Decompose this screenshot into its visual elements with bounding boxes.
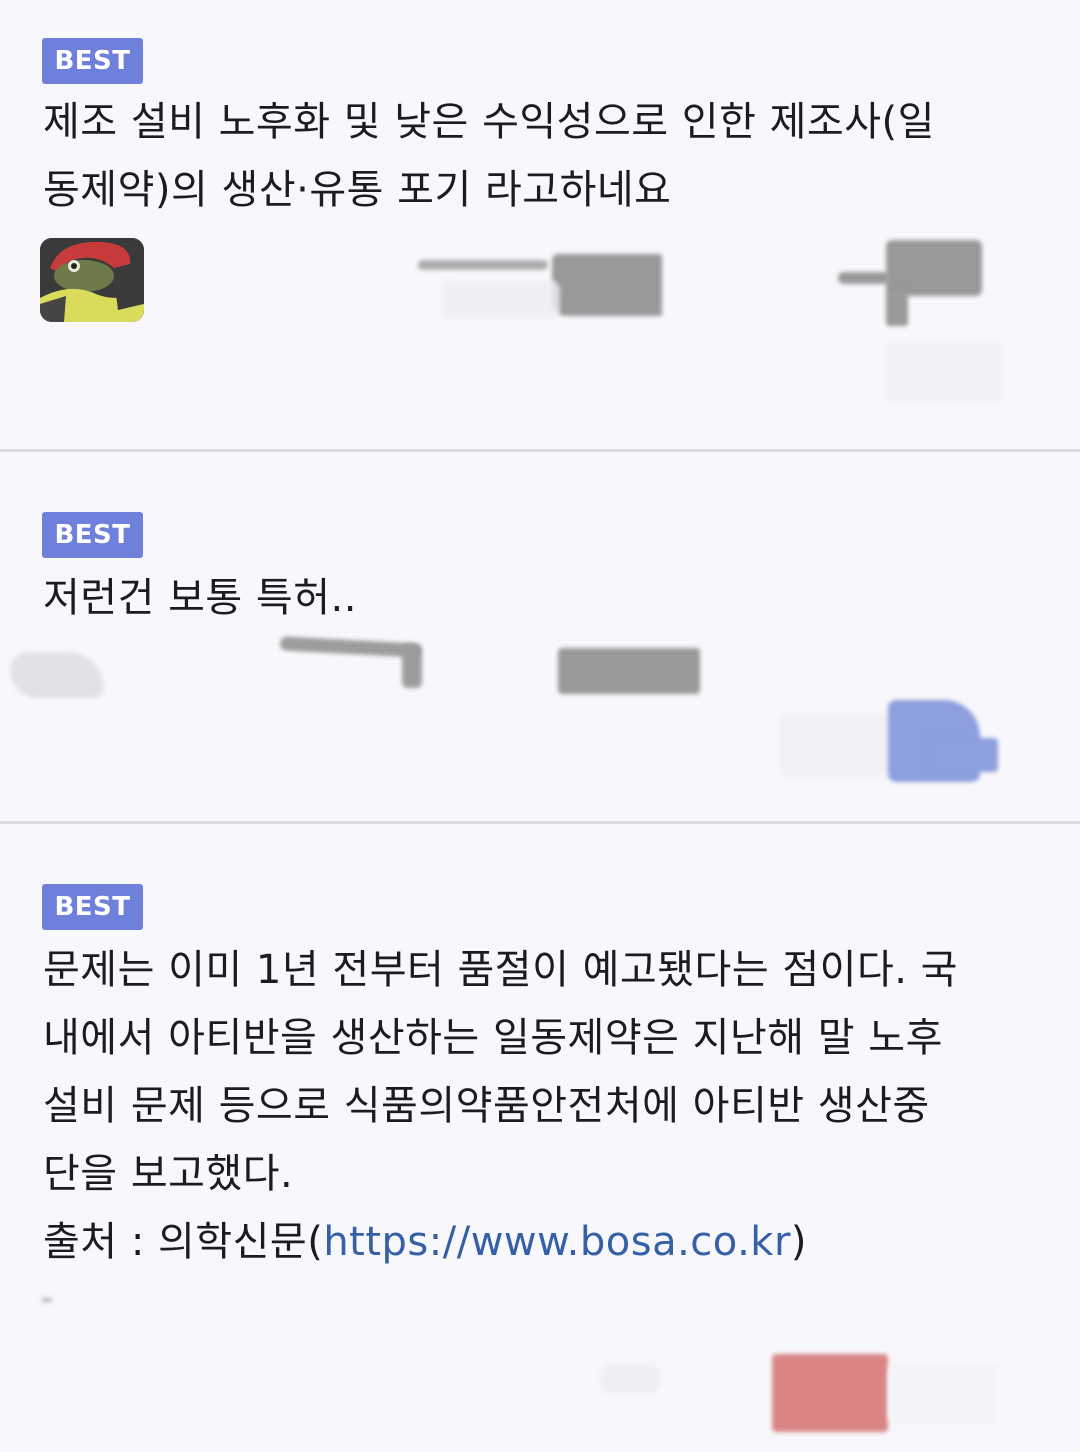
redacted-nickname	[402, 644, 422, 688]
comment-item: BEST 문제는 이미 1년 전부터 품절이 예고됐다는 점이다. 국 내에서 …	[0, 824, 1080, 1452]
comment-item: BEST 제조 설비 노후화 및 낮은 수익성으로 인한 제조사(일 동제약)의…	[0, 0, 1080, 449]
comment-item: BEST 저런건 보통 특허..	[0, 452, 1080, 821]
redacted-nickname	[418, 260, 548, 270]
best-badge: BEST	[42, 512, 143, 558]
redacted-smudge	[440, 280, 560, 320]
redacted-avatar	[10, 652, 104, 698]
redacted-smudge	[888, 1362, 998, 1424]
redacted-action	[886, 240, 982, 296]
redacted-action	[838, 272, 890, 284]
redacted-date	[558, 648, 700, 694]
redacted-nickname	[279, 636, 421, 658]
redacted-smudge	[600, 1364, 660, 1394]
redacted-date	[552, 254, 662, 316]
redacted-smudge	[42, 1298, 52, 1302]
avatar[interactable]	[40, 238, 144, 322]
comment-text: 제조 설비 노후화 및 낮은 수익성으로 인한 제조사(일 동제약)의 생산·유…	[43, 99, 935, 213]
best-badge: BEST	[42, 884, 143, 930]
source-link[interactable]: https://www.bosa.co.kr	[323, 1219, 791, 1265]
redacted-action	[886, 292, 908, 326]
redacted-action	[772, 1354, 888, 1432]
redacted-smudge	[780, 714, 892, 778]
redacted-action	[930, 738, 998, 772]
comment-source: 출처 : 의학신문(https://www.bosa.co.kr)	[43, 1208, 1043, 1276]
comment-text: 저런건 보통 특허..	[43, 575, 357, 621]
source-suffix: )	[790, 1219, 808, 1265]
redacted-smudge	[884, 340, 1004, 402]
source-prefix: 출처 : 의학신문(	[43, 1219, 324, 1265]
comment-text: 문제는 이미 1년 전부터 품절이 예고됐다는 점이다. 국 내에서 아티반을 …	[43, 947, 958, 1197]
best-badge: BEST	[42, 38, 143, 84]
